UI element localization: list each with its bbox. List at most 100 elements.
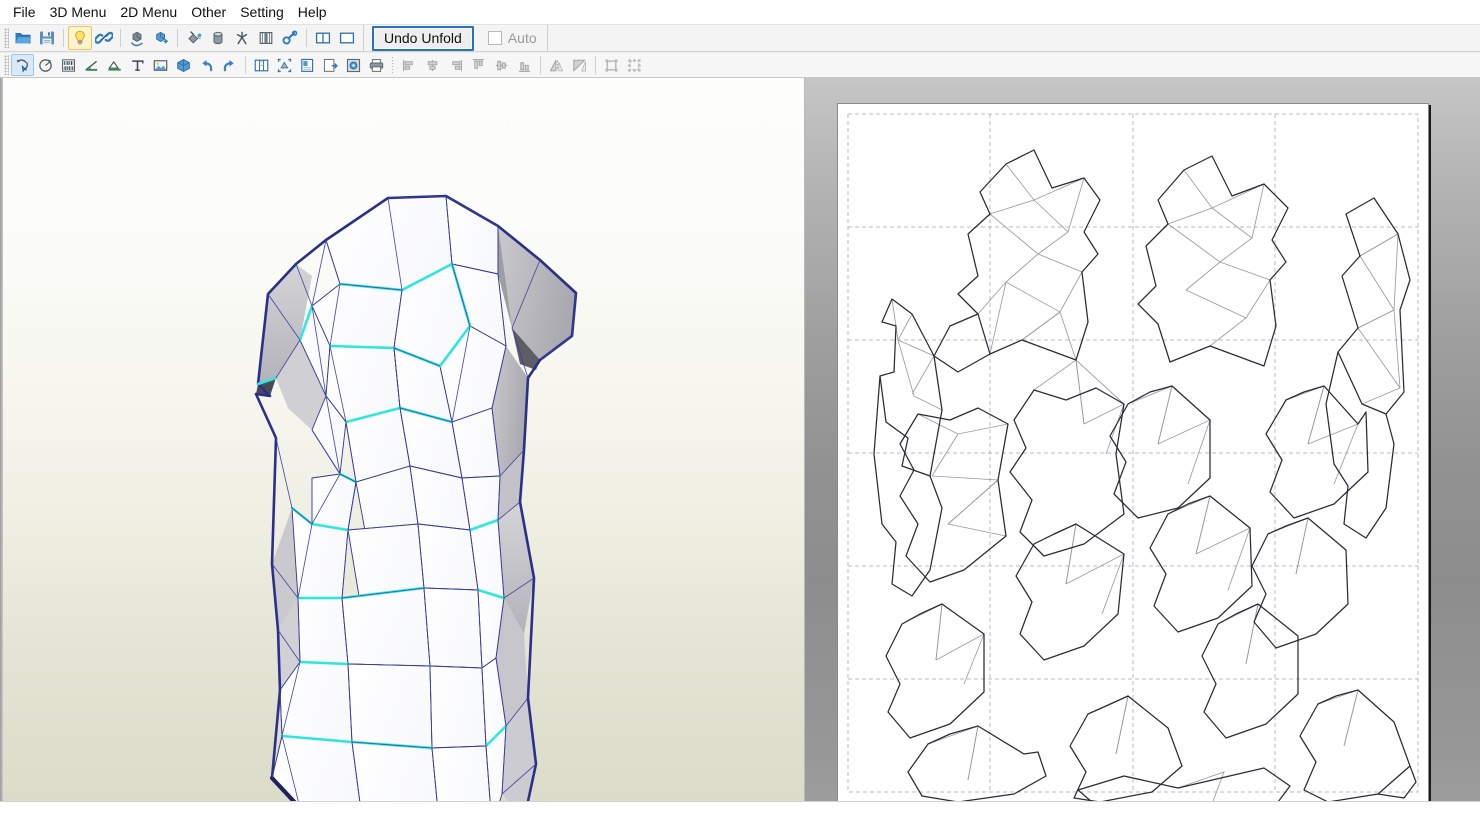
align-center-icon bbox=[424, 57, 441, 74]
lightbulb-icon bbox=[71, 29, 89, 47]
box-3d-icon bbox=[175, 57, 192, 74]
3d-model-viewport[interactable] bbox=[0, 78, 805, 801]
cut-lines bbox=[874, 150, 1416, 801]
redo-icon bbox=[221, 57, 238, 74]
redo-button[interactable] bbox=[218, 54, 241, 76]
align-bottom-icon bbox=[516, 57, 533, 74]
align-left-button[interactable] bbox=[398, 54, 421, 76]
auto-checkbox-wrapper[interactable]: Auto bbox=[488, 31, 537, 45]
select-arrow-icon bbox=[14, 57, 31, 74]
scale-figure-button[interactable] bbox=[230, 26, 254, 50]
text-tool-icon bbox=[129, 57, 146, 74]
join-edges-button[interactable] bbox=[278, 26, 302, 50]
toolbar-separator bbox=[177, 29, 178, 47]
cylinder-icon bbox=[209, 29, 227, 47]
save-button[interactable] bbox=[35, 26, 59, 50]
book-open-icon bbox=[257, 29, 275, 47]
scale-fit-icon bbox=[276, 57, 293, 74]
new-page-button[interactable] bbox=[319, 54, 342, 76]
chain-link-button[interactable] bbox=[92, 26, 116, 50]
paint-bucket-icon bbox=[185, 29, 203, 47]
flap-edit-icon bbox=[106, 57, 123, 74]
align-middle-icon bbox=[493, 57, 510, 74]
ungroup-parts-button[interactable] bbox=[623, 54, 646, 76]
ungroup-parts-icon bbox=[626, 57, 643, 74]
align-middle-button[interactable] bbox=[490, 54, 513, 76]
link-edges-icon bbox=[281, 29, 299, 47]
toolbar-separator bbox=[120, 29, 121, 47]
add-text-button[interactable] bbox=[126, 54, 149, 76]
edit-flaps-button[interactable] bbox=[103, 54, 126, 76]
menu-item-setting[interactable]: Setting bbox=[233, 2, 291, 23]
flip-horizontal-button[interactable] bbox=[545, 54, 568, 76]
toolbar-grip[interactable] bbox=[4, 28, 9, 48]
move-model-button[interactable] bbox=[149, 26, 173, 50]
fit-to-page-button[interactable] bbox=[273, 54, 296, 76]
auto-checkbox-label: Auto bbox=[508, 31, 537, 45]
print-preview-button[interactable] bbox=[342, 54, 365, 76]
menu-item-file[interactable]: File bbox=[6, 2, 43, 23]
unfold-button[interactable] bbox=[254, 26, 278, 50]
unfold-controls-group: Undo Unfold Auto bbox=[363, 25, 537, 51]
edit-id-numbers-button[interactable] bbox=[57, 54, 80, 76]
print-button[interactable] bbox=[365, 54, 388, 76]
group-parts-icon bbox=[603, 57, 620, 74]
select-tool-button[interactable] bbox=[11, 54, 34, 76]
chain-link-icon bbox=[95, 29, 113, 47]
add-image-button[interactable] bbox=[149, 54, 172, 76]
rotate-object-icon bbox=[128, 29, 146, 47]
align-center-button[interactable] bbox=[421, 54, 444, 76]
toolbar-trailing-divider bbox=[547, 25, 1480, 51]
2d-unfold-viewport[interactable] bbox=[805, 78, 1480, 801]
lightbulb-button[interactable] bbox=[68, 26, 92, 50]
person-icon bbox=[233, 29, 251, 47]
page-setup-button[interactable] bbox=[296, 54, 319, 76]
preview-3d-button[interactable] bbox=[172, 54, 195, 76]
undo-unfold-button[interactable]: Undo Unfold bbox=[372, 26, 474, 51]
open-folder-icon bbox=[14, 29, 32, 47]
menu-item-2d-menu[interactable]: 2D Menu bbox=[113, 2, 184, 23]
align-top-icon bbox=[470, 57, 487, 74]
barcode-icon bbox=[60, 57, 77, 74]
menu-item-3d-menu[interactable]: 3D Menu bbox=[43, 2, 114, 23]
move-object-icon bbox=[152, 29, 170, 47]
undo-icon bbox=[198, 57, 215, 74]
undo-button[interactable] bbox=[195, 54, 218, 76]
bottom-status-strip bbox=[0, 801, 1480, 828]
group-parts-button[interactable] bbox=[600, 54, 623, 76]
toolbar-grip[interactable] bbox=[4, 55, 9, 75]
single-window-button[interactable] bbox=[335, 26, 359, 50]
menu-item-other[interactable]: Other bbox=[184, 2, 233, 23]
secondary-toolbar bbox=[0, 52, 1480, 78]
unfold-pattern bbox=[838, 104, 1428, 801]
toolbar-separator bbox=[540, 56, 541, 74]
paint-button[interactable] bbox=[182, 26, 206, 50]
page-new-icon bbox=[322, 57, 339, 74]
menu-bar: File 3D Menu 2D Menu Other Setting Help bbox=[0, 0, 1480, 24]
application-window: File 3D Menu 2D Menu Other Setting Help bbox=[0, 0, 1480, 828]
flip-vertical-icon bbox=[571, 57, 588, 74]
flip-horizontal-icon bbox=[548, 57, 565, 74]
rotate-part-icon bbox=[37, 57, 54, 74]
align-right-button[interactable] bbox=[444, 54, 467, 76]
align-bottom-button[interactable] bbox=[513, 54, 536, 76]
menu-item-help[interactable]: Help bbox=[291, 2, 334, 23]
unfold-page[interactable] bbox=[837, 103, 1429, 801]
main-toolbar: Undo Unfold Auto bbox=[0, 24, 1480, 52]
main-content-area bbox=[0, 78, 1480, 801]
rotate-part-button[interactable] bbox=[34, 54, 57, 76]
auto-checkbox[interactable] bbox=[488, 31, 502, 45]
texture-button[interactable] bbox=[206, 26, 230, 50]
align-top-button[interactable] bbox=[467, 54, 490, 76]
print-preview-icon bbox=[345, 57, 362, 74]
single-view-icon bbox=[338, 29, 356, 47]
split-view-icon bbox=[314, 29, 332, 47]
rotate-model-button[interactable] bbox=[125, 26, 149, 50]
open-folder-button[interactable] bbox=[11, 26, 35, 50]
split-window-button[interactable] bbox=[311, 26, 335, 50]
page-setup-icon bbox=[299, 57, 316, 74]
page-layout-button[interactable] bbox=[250, 54, 273, 76]
angle-line-icon bbox=[83, 57, 100, 74]
edit-flap-angle-button[interactable] bbox=[80, 54, 103, 76]
flip-vertical-button[interactable] bbox=[568, 54, 591, 76]
